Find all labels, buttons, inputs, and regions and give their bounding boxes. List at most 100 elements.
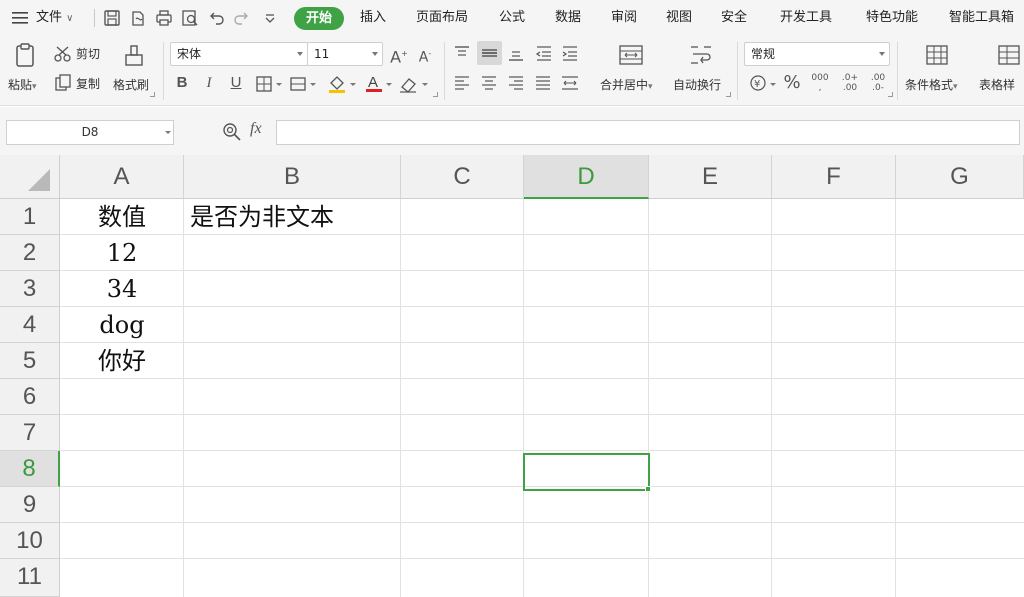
file-menu[interactable]: 文件 ∨ — [36, 0, 73, 36]
font-color-icon[interactable]: A — [364, 73, 384, 94]
customize-toolbar-icon[interactable] — [260, 8, 280, 28]
formula-input[interactable] — [276, 120, 1020, 145]
tab-formulas[interactable]: 公式 — [499, 0, 525, 36]
copy-icon[interactable] — [54, 74, 72, 92]
tab-review[interactable]: 审阅 — [611, 0, 637, 36]
print-preview-icon[interactable] — [180, 8, 200, 28]
number-format-dropdown[interactable]: 常规 — [744, 42, 890, 66]
column-header-g[interactable]: G — [896, 155, 1024, 199]
column-header-d[interactable]: D — [524, 155, 649, 199]
cell-a2[interactable]: 12 — [60, 235, 184, 271]
tab-insert[interactable]: 插入 — [360, 0, 386, 36]
format-painter-icon[interactable] — [120, 42, 148, 70]
table-style-icon[interactable] — [996, 43, 1022, 67]
tab-special-features[interactable]: 特色功能 — [866, 0, 918, 36]
font-size-dropdown[interactable]: 11 — [307, 42, 383, 66]
tab-developer[interactable]: 开发工具 — [780, 0, 832, 36]
print-icon[interactable] — [154, 8, 174, 28]
wrap-text-icon[interactable] — [688, 43, 714, 67]
row-header-2[interactable]: 2 — [0, 235, 60, 271]
caret-down-icon[interactable] — [422, 83, 428, 86]
tab-smart-toolbox[interactable]: 智能工具箱 — [949, 0, 1024, 36]
cell-b1[interactable]: 是否为非文本 — [190, 199, 400, 235]
tab-page-layout[interactable]: 页面布局 — [416, 0, 468, 36]
column-header-b[interactable]: B — [184, 155, 401, 199]
increase-indent-icon[interactable] — [560, 44, 580, 62]
copy-button[interactable]: 复制 — [76, 76, 100, 92]
row-header-9[interactable]: 9 — [0, 487, 60, 523]
currency-icon[interactable]: ¥ — [748, 73, 768, 93]
caret-down-icon[interactable] — [770, 83, 776, 86]
column-header-a[interactable]: A — [60, 155, 184, 199]
format-painter-button[interactable]: 格式刷 — [113, 77, 149, 93]
column-header-f[interactable]: F — [772, 155, 896, 199]
font-launcher-icon[interactable] — [433, 92, 438, 97]
merge-center-button[interactable]: 合并居中▾ — [600, 77, 653, 95]
column-header-c[interactable]: C — [401, 155, 524, 199]
clear-format-icon[interactable] — [398, 75, 418, 93]
align-middle-icon[interactable] — [477, 41, 502, 65]
bold-icon[interactable]: B — [174, 73, 190, 93]
zoom-search-icon[interactable] — [222, 122, 242, 142]
increase-font-icon[interactable]: A+ — [390, 44, 408, 67]
row-header-5[interactable]: 5 — [0, 343, 60, 379]
alignment-launcher-icon[interactable] — [726, 92, 731, 97]
align-center-icon[interactable] — [479, 74, 499, 92]
thousands-separator-icon[interactable]: 000, — [808, 73, 832, 93]
clipboard-launcher-icon[interactable] — [150, 92, 155, 97]
decrease-decimal-icon[interactable]: .00.0- — [866, 73, 890, 93]
tab-view[interactable]: 视图 — [666, 0, 692, 36]
active-cell-d8[interactable] — [523, 453, 650, 491]
row-header-7[interactable]: 7 — [0, 415, 60, 451]
font-name-dropdown[interactable]: 宋体 — [170, 42, 308, 66]
tab-data[interactable]: 数据 — [555, 0, 581, 36]
paste-icon[interactable] — [12, 42, 40, 70]
cell-a4[interactable]: dog — [60, 307, 184, 343]
wrap-text-button[interactable]: 自动换行 — [673, 77, 721, 93]
fill-handle[interactable] — [645, 486, 651, 492]
caret-down-icon[interactable] — [310, 83, 316, 86]
align-right-icon[interactable] — [506, 74, 526, 92]
row-header-6[interactable]: 6 — [0, 379, 60, 415]
export-pdf-icon[interactable] — [128, 8, 148, 28]
decrease-indent-icon[interactable] — [534, 44, 554, 62]
merge-center-icon[interactable] — [618, 43, 644, 67]
align-top-icon[interactable] — [452, 44, 472, 62]
align-bottom-icon[interactable] — [506, 44, 526, 62]
paste-button[interactable]: 粘贴▾ — [8, 77, 37, 95]
scissors-icon[interactable] — [54, 45, 72, 63]
cell-a3[interactable]: 34 — [60, 271, 184, 307]
caret-down-icon[interactable] — [276, 83, 282, 86]
cell-a1[interactable]: 数值 — [60, 199, 184, 235]
border-icon[interactable] — [255, 75, 273, 93]
percent-icon[interactable]: % — [782, 73, 802, 93]
row-header-11[interactable]: 11 — [0, 559, 60, 597]
number-launcher-icon[interactable] — [888, 92, 893, 97]
cell-a5[interactable]: 你好 — [60, 343, 184, 379]
select-all-button[interactable] — [0, 155, 60, 199]
distributed-align-icon[interactable] — [559, 74, 581, 92]
fill-color-icon[interactable] — [326, 74, 348, 94]
increase-decimal-icon[interactable]: .0+ .00 — [838, 73, 862, 93]
underline-icon[interactable]: U — [228, 73, 244, 93]
redo-icon[interactable] — [232, 8, 252, 28]
name-box[interactable]: D8 — [6, 120, 174, 145]
conditional-format-button[interactable]: 条件格式▾ — [905, 77, 958, 95]
align-left-icon[interactable] — [452, 74, 472, 92]
caret-down-icon[interactable] — [350, 83, 356, 86]
hamburger-icon[interactable] — [12, 10, 32, 30]
row-header-3[interactable]: 3 — [0, 271, 60, 307]
decrease-font-icon[interactable]: A- — [416, 44, 434, 68]
column-header-e[interactable]: E — [649, 155, 772, 199]
row-header-8[interactable]: 8 — [0, 451, 60, 487]
save-icon[interactable] — [102, 8, 122, 28]
italic-icon[interactable]: I — [201, 73, 217, 93]
caret-down-icon[interactable] — [386, 83, 392, 86]
justify-icon[interactable] — [533, 74, 553, 92]
cut-button[interactable]: 剪切 — [76, 46, 100, 62]
table-style-button[interactable]: 表格样 — [979, 77, 1024, 93]
conditional-format-icon[interactable] — [924, 43, 950, 67]
row-header-4[interactable]: 4 — [0, 307, 60, 343]
cell-style-icon[interactable] — [289, 75, 307, 93]
row-header-10[interactable]: 10 — [0, 523, 60, 559]
